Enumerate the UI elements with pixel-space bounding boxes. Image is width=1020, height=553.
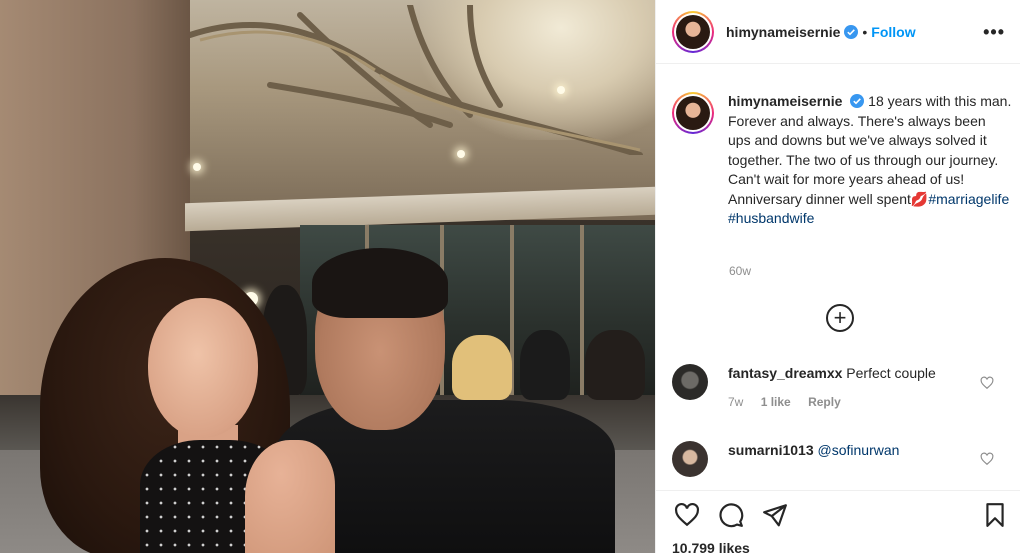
background-person [452,335,512,400]
caption-username[interactable]: himynameisernie [728,93,842,109]
commenter-avatar[interactable] [672,364,708,400]
post-time[interactable]: 60w [729,264,751,278]
comment-like-heart-icon[interactable] [980,452,994,466]
reply-button[interactable]: Reply [808,395,841,409]
action-bar: 10,799 likes [656,490,1020,553]
post-side-panel: himynameisernie • Follow ••• himynameise… [655,0,1020,553]
woman-shoulder [245,440,335,553]
load-more-comments-button[interactable]: + [826,304,854,332]
verified-badge-icon [850,94,865,108]
caption-text: himynameisernie 18 years with this man. … [728,92,1012,229]
avatar-image [676,96,710,130]
post-header: himynameisernie • Follow ••• [656,0,1020,64]
hashtag-link[interactable]: #husbandwife [728,210,814,226]
commenter-username[interactable]: fantasy_dreamxx [728,365,842,381]
avatar-image [676,14,710,49]
heart-icon[interactable] [674,502,700,528]
commenter-username[interactable]: sumarni1013 [728,442,814,458]
ceiling-lamp [193,163,201,171]
comment-like-heart-icon[interactable] [980,376,994,390]
author-avatar[interactable] [672,10,714,53]
window-frame [580,225,584,395]
author-username[interactable]: himynameisernie [726,24,840,40]
comment-content: Perfect couple [846,365,936,381]
mention-link[interactable]: @sofinurwan [818,442,900,458]
ceiling-sculpture [187,5,643,155]
commenter-avatar[interactable] [672,441,708,477]
follow-button[interactable]: Follow [871,24,915,40]
comment-meta: 7w 1 like Reply [728,395,936,409]
comment-text: fantasy_dreamxx Perfect couple [728,364,936,383]
woman-face [148,298,258,438]
comment-text: sumarni1013 @sofinurwan [728,441,899,460]
comment-item: fantasy_dreamxx Perfect couple 7w 1 like… [672,364,1012,409]
man-hair [312,248,448,318]
lips-emoji: 💋 [910,190,929,207]
ceiling-lamp [457,150,465,158]
likes-count[interactable]: 10,799 likes [672,540,750,553]
avatar-border [674,94,712,132]
bookmark-icon[interactable] [982,502,1008,528]
comment-item: sumarni1013 @sofinurwan [672,441,1012,477]
hashtag-link[interactable]: #marriagelife [928,191,1009,207]
ceiling-lamp [557,86,565,94]
plus-circle-icon: + [833,305,847,330]
comment-time[interactable]: 7w [728,395,743,409]
caption-avatar[interactable] [672,92,714,134]
verified-badge-icon [844,24,859,39]
comment-body: fantasy_dreamxx Perfect couple 7w 1 like… [728,364,936,409]
comment-icon[interactable] [718,502,744,528]
avatar-border [674,12,712,51]
caption: himynameisernie 18 years with this man. … [672,92,1012,229]
comment-likes[interactable]: 1 like [761,395,791,409]
share-icon[interactable] [762,502,788,528]
post-photo[interactable] [0,0,655,553]
comment-body: sumarni1013 @sofinurwan [728,441,899,477]
more-options-icon[interactable]: ••• [983,22,1005,43]
background-person [585,330,645,400]
caption-body: 18 years with this man. Forever and alwa… [728,93,1012,207]
background-person [520,330,570,400]
header-separator: • [862,23,868,40]
